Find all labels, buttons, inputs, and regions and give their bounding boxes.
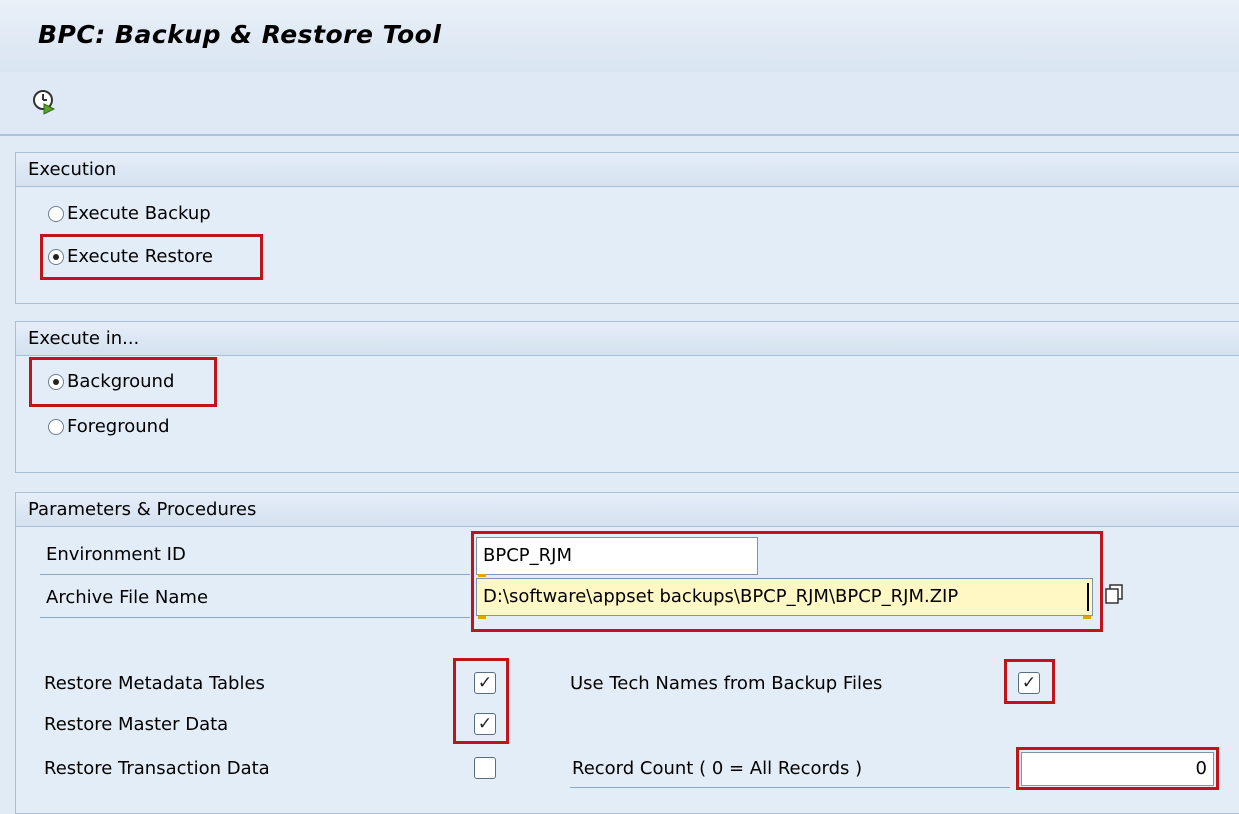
restore-master-label: Restore Master Data	[44, 714, 229, 735]
label-underline	[570, 787, 1010, 788]
environment-id-input[interactable]: BPCP_RJM	[476, 537, 758, 575]
input-corner-mark	[478, 616, 486, 619]
execute-clock-icon[interactable]	[30, 87, 60, 117]
title-bar: BPC: Backup & Restore Tool	[0, 0, 1239, 72]
execute-restore-radio[interactable]: Execute Restore	[48, 246, 213, 267]
input-corner-mark	[1083, 616, 1091, 619]
restore-metadata-checkbox[interactable]: ✓	[474, 672, 496, 694]
text-cursor	[1087, 583, 1089, 611]
input-corner-mark	[478, 574, 486, 577]
execution-header: Execution	[16, 153, 1239, 187]
restore-transaction-checkbox[interactable]	[474, 757, 496, 779]
background-radio[interactable]: Background	[48, 371, 174, 392]
radio-button[interactable]	[48, 418, 64, 435]
execute-restore-label: Execute Restore	[67, 246, 214, 267]
restore-master-checkbox[interactable]: ✓	[474, 713, 496, 735]
execute-in-group: Execute in...	[15, 321, 1239, 473]
radio-button[interactable]	[48, 248, 64, 265]
record-count-input[interactable]: 0	[1021, 752, 1214, 786]
execution-group: Execution	[15, 152, 1239, 304]
foreground-radio[interactable]: Foreground	[48, 416, 170, 437]
background-label: Background	[67, 371, 175, 392]
execute-backup-radio[interactable]: Execute Backup	[48, 203, 211, 224]
restore-transaction-label: Restore Transaction Data	[44, 758, 270, 779]
use-tech-names-checkbox[interactable]: ✓	[1018, 672, 1040, 694]
environment-id-label: Environment ID	[46, 544, 186, 565]
foreground-label: Foreground	[67, 416, 170, 437]
value-help-icon[interactable]	[1104, 583, 1126, 605]
radio-button[interactable]	[48, 205, 64, 222]
label-underline	[40, 574, 470, 575]
use-tech-names-label: Use Tech Names from Backup Files	[570, 673, 883, 694]
restore-metadata-label: Restore Metadata Tables	[44, 673, 265, 694]
execute-backup-label: Execute Backup	[67, 203, 211, 224]
execute-in-header: Execute in...	[16, 322, 1239, 356]
label-underline	[40, 617, 470, 618]
archive-file-input[interactable]: D:\software\appset backups\BPCP_RJM\BPCP…	[476, 578, 1093, 616]
window-title: BPC: Backup & Restore Tool	[38, 20, 442, 49]
radio-button[interactable]	[48, 373, 64, 390]
archive-file-label: Archive File Name	[46, 587, 209, 608]
application-toolbar	[0, 72, 1239, 136]
record-count-label: Record Count ( 0 = All Records )	[572, 758, 863, 779]
parameters-header: Parameters & Procedures	[16, 493, 1239, 527]
